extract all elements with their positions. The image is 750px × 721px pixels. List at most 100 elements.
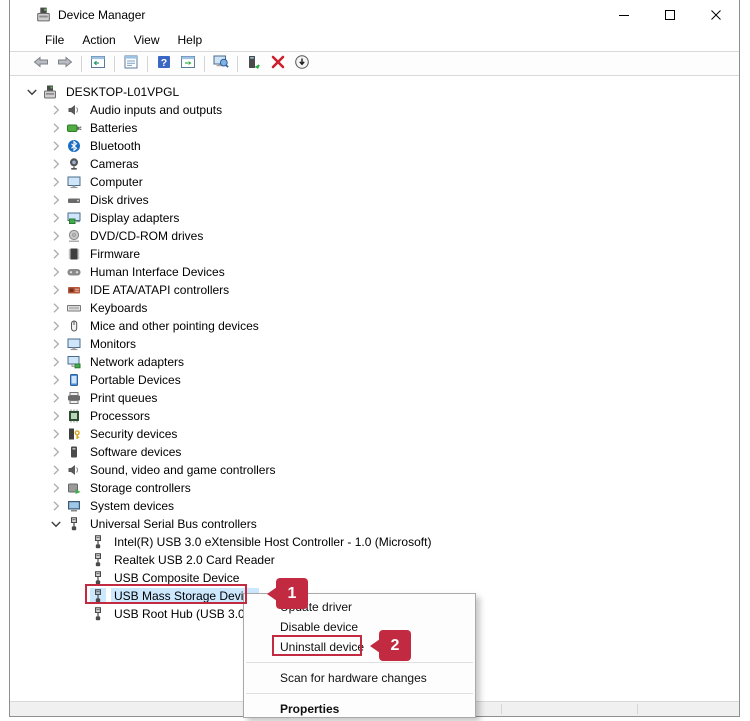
tree-item-mice-and-other-pointing-devices[interactable]: Mice and other pointing devices [10, 317, 739, 335]
chevron-right-icon[interactable] [48, 390, 64, 406]
chevron-right-icon[interactable] [48, 174, 64, 190]
back-button[interactable] [29, 53, 53, 75]
chevron-right-icon[interactable] [48, 102, 64, 118]
menu-view[interactable]: View [127, 31, 167, 49]
tree-item-realtek-usb-2-0-card-reader[interactable]: Realtek USB 2.0 Card Reader [10, 551, 739, 569]
tree-item-disk-drives[interactable]: Disk drives [10, 191, 739, 209]
close-button[interactable] [693, 0, 739, 29]
tree-item-firmware[interactable]: Firmware [10, 245, 739, 263]
tree-item-desktop-l01vpgl[interactable]: DESKTOP-L01VPGL [10, 83, 739, 101]
properties-button[interactable] [119, 53, 143, 75]
tree-item-dvd-cd-rom-drives[interactable]: DVD/CD-ROM drives [10, 227, 739, 245]
context-menu-item-properties[interactable]: Properties [244, 699, 475, 719]
chevron-right-icon[interactable] [48, 156, 64, 172]
chevron-right-icon[interactable] [48, 354, 64, 370]
chevron-right-icon[interactable] [48, 300, 64, 316]
tree-item-system-devices[interactable]: System devices [10, 497, 739, 515]
tree-item-label: Storage controllers [87, 480, 194, 496]
maximize-button[interactable] [647, 0, 693, 29]
tree-item-audio-inputs-and-outputs[interactable]: Audio inputs and outputs [10, 101, 739, 119]
menu-action[interactable]: Action [75, 31, 122, 49]
action-pane-button[interactable] [176, 53, 200, 75]
tree-item-human-interface-devices[interactable]: Human Interface Devices [10, 263, 739, 281]
chevron-right-icon[interactable] [48, 228, 64, 244]
minimize-button[interactable] [601, 0, 647, 29]
tree-item-security-devices[interactable]: Security devices [10, 425, 739, 443]
forward-button[interactable] [53, 53, 77, 75]
context-menu-item-scan-for-hardware-changes[interactable]: Scan for hardware changes [244, 668, 475, 688]
speaker-icon [66, 102, 82, 118]
tree-item-label: Computer [87, 174, 146, 190]
scan-hardware-button[interactable] [209, 53, 233, 75]
chevron-right-icon[interactable] [48, 444, 64, 460]
chevron-right-icon[interactable] [48, 480, 64, 496]
system-icon [66, 498, 82, 514]
monitor-icon [66, 174, 82, 190]
tree-item-sound-video-and-game-controllers[interactable]: Sound, video and game controllers [10, 461, 739, 479]
disc-icon [66, 228, 82, 244]
tree-item-keyboards[interactable]: Keyboards [10, 299, 739, 317]
battery-icon [66, 120, 82, 136]
chevron-down-icon[interactable] [24, 84, 40, 100]
toolbar-separator [237, 56, 238, 72]
menu-file[interactable]: File [38, 31, 71, 49]
chevron-right-icon[interactable] [48, 282, 64, 298]
usb-icon [90, 570, 106, 586]
tree-item-monitors[interactable]: Monitors [10, 335, 739, 353]
tree-item-software-devices[interactable]: Software devices [10, 443, 739, 461]
tree-item-label: USB Root Hub (USB 3.0) [111, 606, 252, 622]
tree-item-display-adapters[interactable]: Display adapters [10, 209, 739, 227]
tree-item-storage-controllers[interactable]: Storage controllers [10, 479, 739, 497]
console-tree-icon [90, 54, 106, 73]
tree-item-intel-r-usb-3-0-extensible-host-controller-1-0-microsoft[interactable]: Intel(R) USB 3.0 eXtensible Host Control… [10, 533, 739, 551]
chevron-spacer [72, 534, 88, 550]
chevron-right-icon[interactable] [48, 210, 64, 226]
tree-item-label: IDE ATA/ATAPI controllers [87, 282, 232, 298]
context-menu-item-disable-device[interactable]: Disable device [244, 617, 475, 637]
context-menu-item-uninstall-device[interactable]: Uninstall device [244, 637, 475, 657]
uninstall-device-button[interactable] [266, 53, 290, 75]
chevron-right-icon[interactable] [48, 120, 64, 136]
chevron-right-icon[interactable] [48, 246, 64, 262]
tree-item-label: Keyboards [87, 300, 150, 316]
tree-item-processors[interactable]: Processors [10, 407, 739, 425]
device-manager-app-icon [35, 6, 52, 23]
usb-icon [90, 606, 106, 622]
tree-item-computer[interactable]: Computer [10, 173, 739, 191]
tree-item-usb-composite-device[interactable]: USB Composite Device [10, 569, 739, 587]
chevron-right-icon[interactable] [48, 264, 64, 280]
console-tree-button[interactable] [86, 53, 110, 75]
chevron-down-icon[interactable] [48, 516, 64, 532]
tree-item-portable-devices[interactable]: Portable Devices [10, 371, 739, 389]
network-icon [66, 354, 82, 370]
help-button[interactable]: ? [152, 53, 176, 75]
chip-icon [66, 246, 82, 262]
tree-item-label: Disk drives [87, 192, 152, 208]
tree-item-label: Processors [87, 408, 153, 424]
chevron-right-icon[interactable] [48, 372, 64, 388]
tree-item-bluetooth[interactable]: Bluetooth [10, 137, 739, 155]
maximize-icon [664, 9, 676, 21]
menu-help[interactable]: Help [171, 31, 210, 49]
tree-item-batteries[interactable]: Batteries [10, 119, 739, 137]
chevron-right-icon[interactable] [48, 462, 64, 478]
uninstall-device-icon [270, 54, 286, 73]
tree-item-print-queues[interactable]: Print queues [10, 389, 739, 407]
tree-item-network-adapters[interactable]: Network adapters [10, 353, 739, 371]
tree-item-label: Realtek USB 2.0 Card Reader [111, 552, 278, 568]
tree-item-ide-ata-atapi-controllers[interactable]: IDE ATA/ATAPI controllers [10, 281, 739, 299]
chevron-right-icon[interactable] [48, 498, 64, 514]
help-icon: ? [156, 54, 172, 73]
update-driver-button[interactable] [242, 53, 266, 75]
tree-item-cameras[interactable]: Cameras [10, 155, 739, 173]
tree-item-universal-serial-bus-controllers[interactable]: Universal Serial Bus controllers [10, 515, 739, 533]
chevron-right-icon[interactable] [48, 138, 64, 154]
chevron-right-icon[interactable] [48, 318, 64, 334]
tree-item-label: Universal Serial Bus controllers [87, 516, 260, 532]
chevron-right-icon[interactable] [48, 426, 64, 442]
tree-item-label: Monitors [87, 336, 139, 352]
chevron-right-icon[interactable] [48, 408, 64, 424]
chevron-right-icon[interactable] [48, 336, 64, 352]
disable-device-button[interactable] [290, 53, 314, 75]
chevron-right-icon[interactable] [48, 192, 64, 208]
